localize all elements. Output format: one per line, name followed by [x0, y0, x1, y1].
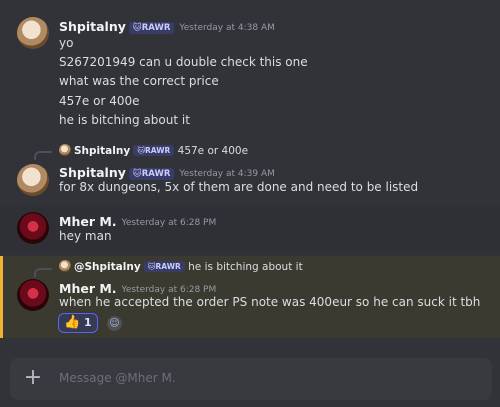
reply-avatar [59, 144, 71, 156]
timestamp: Yesterday at 6:28 PM [121, 218, 217, 228]
reply-connector [34, 268, 52, 277]
message-line: hey man [59, 229, 112, 243]
add-reaction-icon[interactable]: ☺ [107, 316, 122, 331]
author-name[interactable]: Mher M. [59, 281, 117, 296]
avatar[interactable] [17, 17, 49, 49]
reply-author[interactable]: @Shpitalny [74, 261, 141, 273]
message-composer[interactable]: + Message @Mher M. [10, 358, 492, 400]
reply-preview[interactable]: @Shpitalny 🐱RAWR he is bitching about it [59, 260, 303, 273]
message-line: what was the correct price [59, 74, 219, 88]
timestamp: Yesterday at 6:28 PM [121, 285, 217, 295]
reply-connector [34, 151, 52, 160]
plus-icon[interactable]: + [22, 367, 44, 389]
author-name[interactable]: Mher M. [59, 214, 117, 229]
author-name[interactable]: Shpitalny [59, 19, 126, 34]
message-line: yo [59, 36, 74, 50]
reply-preview[interactable]: Shpitalny 🐱RAWR 457e or 400e [59, 144, 248, 157]
message-line: he is bitching about it [59, 113, 190, 127]
timestamp: Yesterday at 4:38 AM [179, 23, 275, 33]
reply-avatar [59, 260, 71, 272]
message-line: when he accepted the order PS note was 4… [59, 295, 481, 309]
message-header: Shpitalny 🐱RAWR Yesterday at 4:39 AM [59, 162, 275, 181]
reply-text: he is bitching about it [188, 261, 303, 273]
avatar[interactable] [17, 212, 49, 244]
reply-text: 457e or 400e [177, 145, 249, 157]
reply-author[interactable]: Shpitalny [74, 145, 130, 157]
role-tag: 🐱RAWR [133, 145, 175, 156]
thumbs-up-icon: 👍 [64, 315, 81, 330]
reaction-button[interactable]: 👍 1 [58, 313, 98, 333]
timestamp: Yesterday at 4:39 AM [179, 169, 275, 179]
avatar[interactable] [17, 164, 49, 196]
message-header: Mher M. Yesterday at 6:28 PM [59, 211, 216, 230]
role-tag: 🐱RAWR [143, 261, 185, 272]
message-input[interactable]: Message @Mher M. [59, 371, 176, 385]
message-line: for 8x dungeons, 5x of them are done and… [59, 180, 419, 194]
author-name[interactable]: Shpitalny [59, 165, 126, 180]
avatar[interactable] [17, 279, 49, 311]
message-line: 457e or 400e [59, 94, 140, 108]
reaction-count: 1 [84, 316, 92, 329]
message-line: S267201949 can u double check this one [59, 55, 308, 69]
role-tag: 🐱RAWR [128, 168, 175, 180]
role-tag: 🐱RAWR [128, 22, 175, 34]
message-header: Shpitalny 🐱RAWR Yesterday at 4:38 AM [59, 16, 275, 35]
